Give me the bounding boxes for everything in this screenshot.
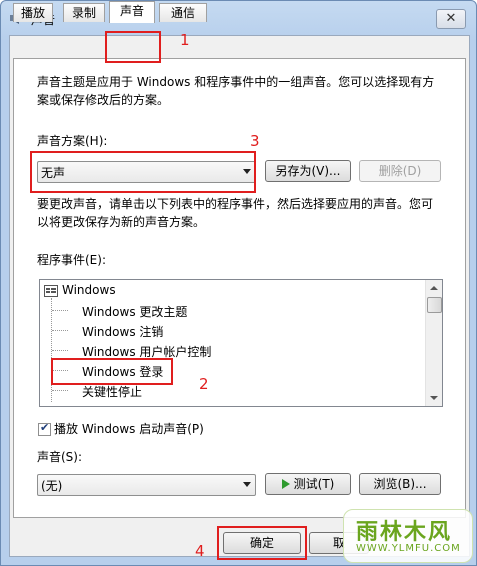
list-item-label: Windows	[62, 283, 116, 297]
delete-button[interactable]: 删除(D)	[359, 160, 441, 182]
scroll-down-button[interactable]	[426, 390, 442, 406]
chevron-up-icon	[430, 286, 438, 290]
annotation-number: 4	[195, 542, 205, 560]
sound-dialog-window: 声音 ✕ 播放 录制 声音 通信 声音主题是应用于 Windows 和程序事件中…	[0, 0, 477, 566]
list-item[interactable]: Windows 更改主题	[82, 303, 187, 320]
chevron-down-icon	[430, 396, 438, 400]
annotation-box-4	[217, 526, 307, 560]
browse-button[interactable]: 浏览(B)...	[359, 473, 441, 495]
chevron-down-icon	[243, 482, 251, 487]
test-button-label: 测试(T)	[293, 477, 335, 491]
sound-label: 声音(S):	[37, 450, 83, 464]
tab-label: 声音	[119, 4, 144, 18]
tab-label: 录制	[71, 6, 96, 20]
checkmark-icon: ✔	[40, 421, 50, 434]
tree-line	[52, 330, 68, 331]
annotation-number: 3	[250, 132, 260, 150]
tree-line	[52, 310, 68, 311]
list-scrollbar[interactable]	[425, 280, 442, 406]
watermark-text: 雨林木风	[356, 520, 453, 545]
sound-value: (无)	[41, 479, 63, 493]
description-text: 声音主题是应用于 Windows 和程序事件中的一组声音。您可以选择现有方	[37, 75, 435, 89]
scroll-thumb[interactable]	[427, 297, 442, 313]
program-events-list[interactable]: Windows Windows 更改主题 Windows 注销 Windows …	[39, 279, 443, 407]
tab-recording[interactable]: 录制	[63, 3, 105, 22]
instructions-text: 要更改声音，请单击以下列表中的程序事件，然后选择要应用的声音。您可	[37, 197, 434, 211]
tree-line	[52, 390, 68, 391]
watermark-url: WWW.YLMFU.COM	[356, 543, 461, 554]
test-button[interactable]: 测试(T)	[265, 473, 351, 495]
startup-sound-label: 播放 Windows 启动声音(P)	[54, 422, 204, 436]
close-icon: ✕	[445, 11, 457, 26]
instructions-text: 以将更改保存为新的声音方案。	[37, 215, 206, 229]
tab-label: 播放	[20, 6, 45, 20]
startup-sound-checkbox[interactable]: ✔	[38, 421, 51, 436]
scheme-label: 声音方案(H):	[37, 134, 108, 148]
tab-communications[interactable]: 通信	[159, 3, 207, 22]
save-as-button[interactable]: 另存为(V)...	[265, 160, 351, 182]
description-text: 案或保存修改后的方案。	[37, 93, 170, 107]
list-item[interactable]: 关键性停止	[82, 383, 142, 400]
tab-label: 通信	[170, 6, 195, 20]
list-item[interactable]: Windows 注销	[82, 323, 163, 340]
annotation-box-1	[105, 31, 161, 63]
scroll-up-button[interactable]	[426, 280, 442, 296]
events-label: 程序事件(E):	[37, 253, 106, 267]
sound-select[interactable]: (无)	[37, 474, 256, 496]
tab-playback[interactable]: 播放	[13, 3, 53, 22]
play-icon	[281, 479, 290, 489]
annotation-number: 1	[180, 31, 190, 49]
tree-line	[52, 350, 68, 351]
close-button[interactable]: ✕	[436, 9, 466, 29]
watermark-logo: 雨林木风 WWW.YLMFU.COM	[343, 509, 473, 563]
annotation-number: 2	[199, 375, 209, 393]
annotation-box-2	[51, 358, 173, 385]
windows-group-icon	[44, 285, 58, 297]
annotation-box-3	[30, 151, 256, 193]
tab-sounds[interactable]: 声音	[109, 1, 155, 23]
